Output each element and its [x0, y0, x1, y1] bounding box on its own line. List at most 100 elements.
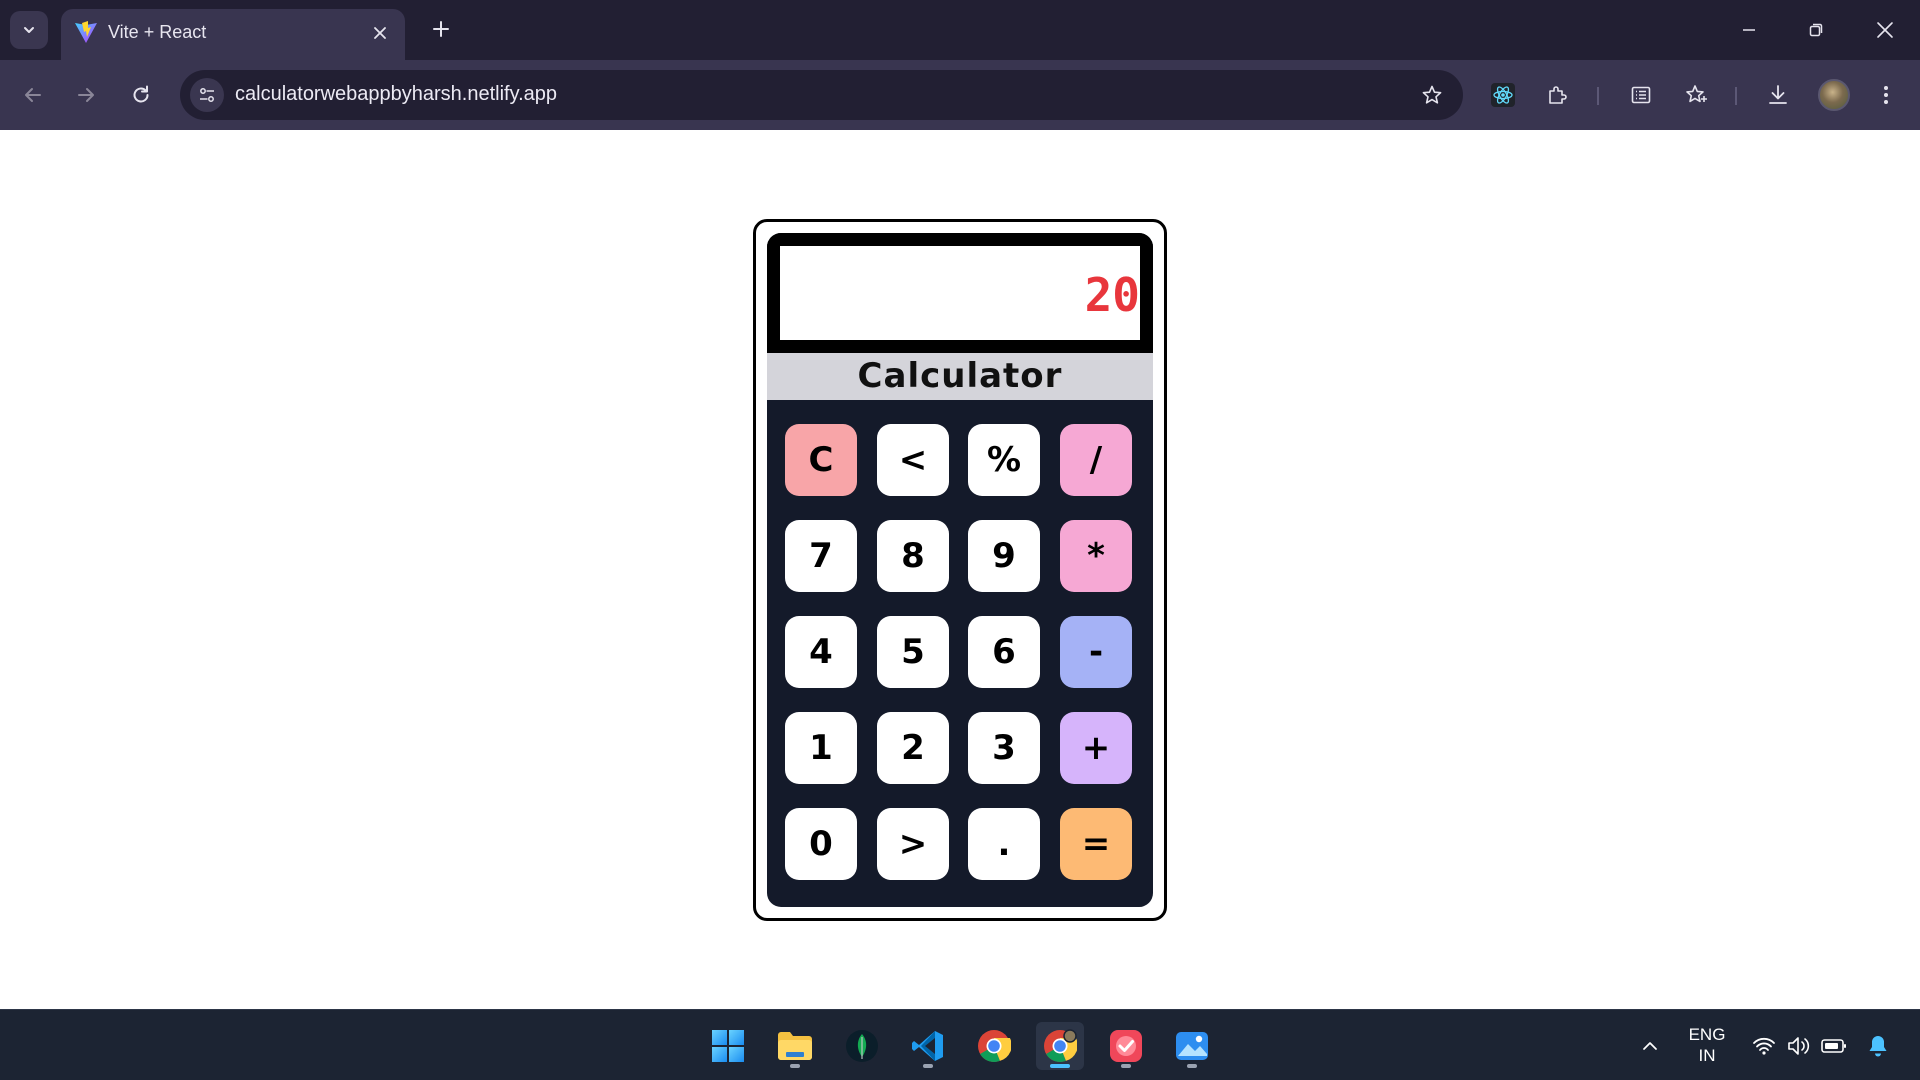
- plus-button[interactable]: +: [1060, 712, 1132, 784]
- chrome-app[interactable]: [970, 1022, 1018, 1070]
- equals-button[interactable]: =: [1060, 808, 1132, 880]
- backspace-button[interactable]: <: [877, 424, 949, 496]
- chrome-profile-app[interactable]: [1036, 1022, 1084, 1070]
- new-tab-button[interactable]: [424, 12, 458, 46]
- digit-3-button[interactable]: 3: [968, 712, 1040, 784]
- profile-avatar[interactable]: [1818, 79, 1850, 111]
- running-indicator: [790, 1064, 800, 1068]
- clear-button[interactable]: C: [785, 424, 857, 496]
- chrome-icon: [1044, 1029, 1077, 1062]
- digit-6-button[interactable]: 6: [968, 616, 1040, 688]
- forward-button[interactable]: [66, 75, 106, 115]
- percent-button[interactable]: %: [968, 424, 1040, 496]
- chevron-down-icon: [24, 27, 34, 33]
- wifi-status[interactable]: [1748, 1010, 1780, 1080]
- start-button[interactable]: [704, 1022, 752, 1070]
- photos-app[interactable]: [1168, 1022, 1216, 1070]
- windows-logo-icon: [712, 1030, 744, 1062]
- folder-icon: [778, 1032, 812, 1060]
- checklist-app-icon: [1110, 1030, 1142, 1062]
- language-indicator[interactable]: ENG IN: [1680, 1024, 1734, 1066]
- tune-icon: [200, 88, 214, 102]
- puzzle-icon: [1549, 86, 1567, 104]
- digit-8-button[interactable]: 8: [877, 520, 949, 592]
- bookmarks-button[interactable]: [1676, 75, 1716, 115]
- url-text[interactable]: calculatorwebappbyharsh.netlify.app: [235, 83, 557, 106]
- minimize-icon: [1743, 29, 1755, 31]
- reading-list-icon: [1631, 86, 1651, 104]
- tab-title: Vite + React: [108, 22, 207, 42]
- restore-icon: [1809, 23, 1823, 37]
- vscode-icon: [912, 1031, 943, 1061]
- running-indicator: [923, 1064, 933, 1068]
- browser-toolbar: calculatorwebappbyharsh.netlify.app: [0, 60, 1920, 130]
- volume-status[interactable]: [1783, 1010, 1815, 1080]
- calculator-body: 20 Calculator C < % / 7 8 9 * 4 5 6 - 1 …: [767, 233, 1153, 907]
- language-secondary: IN: [1698, 1046, 1716, 1065]
- back-button[interactable]: [13, 75, 53, 115]
- download-icon: [1769, 85, 1787, 104]
- mongodb-compass-app[interactable]: [838, 1022, 886, 1070]
- running-indicator: [1187, 1064, 1197, 1068]
- tab-search-button[interactable]: [10, 11, 48, 49]
- plus-icon: [433, 21, 449, 37]
- vite-logo-icon: [75, 21, 97, 43]
- language-primary: ENG: [1688, 1025, 1726, 1044]
- web-page: 20 Calculator C < % / 7 8 9 * 4 5 6 - 1 …: [0, 130, 1920, 1009]
- digit-2-button[interactable]: 2: [877, 712, 949, 784]
- calculator-title: Calculator: [767, 353, 1153, 400]
- chevron-up-icon: [1643, 1041, 1657, 1050]
- close-icon: [374, 27, 386, 39]
- digit-9-button[interactable]: 9: [968, 520, 1040, 592]
- react-devtools-extension[interactable]: [1483, 75, 1523, 115]
- calculator: 20 Calculator C < % / 7 8 9 * 4 5 6 - 1 …: [753, 219, 1167, 921]
- vscode-app[interactable]: [904, 1022, 952, 1070]
- site-info-button[interactable]: [190, 78, 224, 112]
- browser-menu-button[interactable]: [1866, 75, 1906, 115]
- digit-0-button[interactable]: 0: [785, 808, 857, 880]
- close-window-button[interactable]: [1860, 10, 1910, 50]
- tab-close-button[interactable]: [367, 20, 393, 46]
- volume-icon: [1788, 1036, 1810, 1055]
- digit-5-button[interactable]: 5: [877, 616, 949, 688]
- show-hidden-icons-button[interactable]: [1630, 1010, 1670, 1080]
- reload-button[interactable]: [121, 75, 161, 115]
- divide-button[interactable]: /: [1060, 424, 1132, 496]
- minimize-button[interactable]: [1724, 10, 1774, 50]
- battery-status[interactable]: [1818, 1010, 1850, 1080]
- minus-button[interactable]: -: [1060, 616, 1132, 688]
- react-icon: [1491, 83, 1515, 107]
- chrome-icon: [978, 1030, 1011, 1062]
- forward-button-key[interactable]: >: [877, 808, 949, 880]
- arrow-right-icon: [78, 88, 94, 102]
- reading-list-button[interactable]: [1621, 75, 1661, 115]
- digit-4-button[interactable]: 4: [785, 616, 857, 688]
- mongodb-leaf-icon: [846, 1030, 878, 1062]
- toolbar-divider: [1735, 87, 1737, 105]
- downloads-button[interactable]: [1758, 75, 1798, 115]
- restore-button[interactable]: [1791, 10, 1841, 50]
- close-icon: [1877, 22, 1893, 38]
- file-explorer-app[interactable]: [771, 1022, 819, 1070]
- todo-app[interactable]: [1102, 1022, 1150, 1070]
- multiply-button[interactable]: *: [1060, 520, 1132, 592]
- reload-icon: [133, 85, 149, 103]
- digit-7-button[interactable]: 7: [785, 520, 857, 592]
- decimal-button[interactable]: .: [968, 808, 1040, 880]
- digit-1-button[interactable]: 1: [785, 712, 857, 784]
- display-value: 20: [1084, 268, 1140, 322]
- bookmark-star-button[interactable]: [1415, 78, 1449, 112]
- favorites-icon: [1686, 85, 1707, 103]
- tab-strip: Vite + React: [0, 0, 1920, 60]
- browser-tab[interactable]: Vite + React: [61, 9, 405, 60]
- photos-icon: [1176, 1032, 1208, 1060]
- extensions-button[interactable]: [1538, 75, 1578, 115]
- running-indicator: [1050, 1064, 1070, 1068]
- wifi-icon: [1753, 1037, 1775, 1055]
- running-indicator: [1121, 1064, 1131, 1068]
- arrow-left-icon: [25, 88, 41, 102]
- battery-icon: [1821, 1038, 1846, 1053]
- address-bar[interactable]: calculatorwebappbyharsh.netlify.app: [180, 70, 1463, 120]
- toolbar-divider: [1597, 87, 1599, 105]
- notifications-button[interactable]: [1862, 1010, 1894, 1080]
